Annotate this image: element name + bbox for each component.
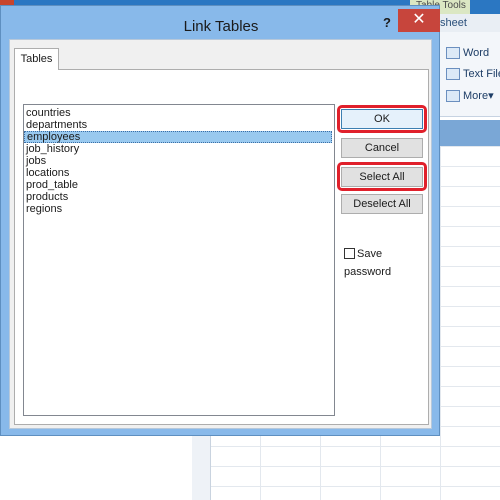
ribbon-tab-sheet[interactable]: sheet — [436, 14, 500, 32]
list-item[interactable]: regions — [24, 203, 332, 215]
close-button[interactable]: ✕ — [398, 9, 440, 32]
list-item[interactable]: locations — [24, 167, 332, 179]
list-item[interactable]: employees — [24, 131, 332, 143]
background-sheet-header — [436, 120, 500, 146]
tables-listbox[interactable]: countries departments employees job_history… — [23, 104, 335, 416]
dialog-client-area: Tables countries departments employees job_… — [9, 39, 432, 429]
tab-tables[interactable]: Tables — [14, 48, 59, 70]
more-icon — [446, 90, 460, 103]
ribbon-word-label: Word — [463, 47, 490, 59]
save-password-option[interactable]: Save password — [344, 245, 428, 278]
background-grid-row-selector — [192, 436, 211, 500]
list-item[interactable]: jobs — [24, 155, 332, 167]
text-file-icon — [446, 68, 460, 81]
ok-button[interactable]: OK — [341, 109, 423, 129]
help-icon[interactable]: ? — [381, 15, 393, 30]
ribbon-text-file-button[interactable]: Text File — [446, 68, 500, 81]
link-tables-dialog: Link Tables ? ✕ Tables countries departme… — [0, 5, 440, 436]
tables-tab-panel: countries departments employees job_history… — [14, 69, 429, 425]
list-item[interactable]: countries — [24, 107, 332, 119]
list-item[interactable]: prod_table — [24, 179, 332, 191]
ribbon-text-file-label: Text File — [463, 68, 500, 80]
ribbon-word-button[interactable]: Word — [446, 47, 490, 60]
save-password-checkbox[interactable] — [344, 248, 355, 260]
chevron-down-icon: ▾ — [488, 90, 494, 102]
list-item[interactable]: departments — [24, 119, 332, 131]
ribbon-more-label: More — [463, 90, 489, 102]
select-all-button[interactable]: Select All — [341, 167, 423, 187]
list-item[interactable]: products — [24, 191, 332, 203]
dialog-title: Link Tables — [183, 18, 259, 35]
ribbon-more-button[interactable]: More▾ — [446, 89, 494, 103]
cancel-button[interactable]: Cancel — [341, 138, 423, 158]
list-item[interactable]: job_history — [24, 143, 332, 155]
deselect-all-button[interactable]: Deselect All — [341, 194, 423, 214]
word-icon — [446, 47, 460, 60]
